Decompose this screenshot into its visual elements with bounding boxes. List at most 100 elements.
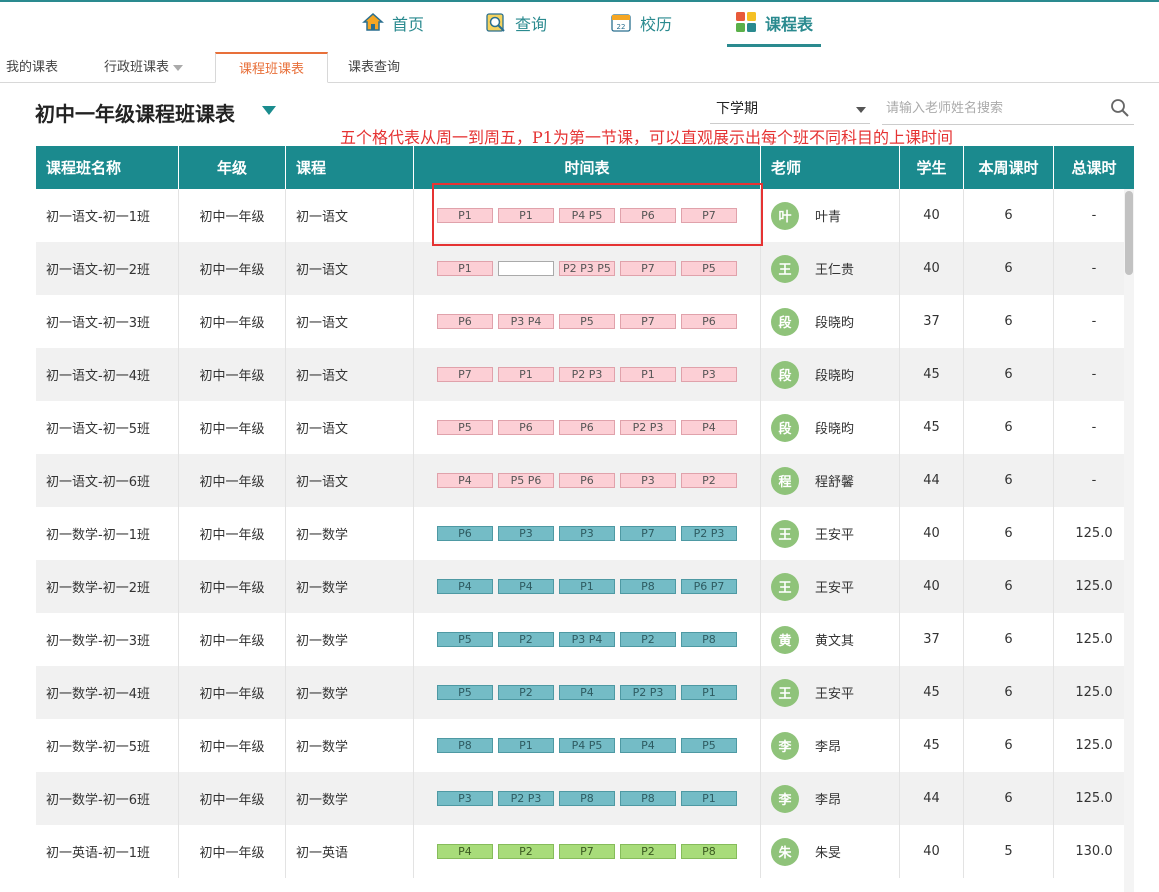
timetable-slot-day-1[interactable]: P4 bbox=[437, 579, 493, 594]
nav-calendar[interactable]: 22 校历 bbox=[610, 8, 672, 46]
timetable-slot-day-3[interactable]: P6 bbox=[559, 473, 615, 488]
class-name-cell: 初一数学-初一3班 bbox=[36, 613, 179, 666]
timetable-slot-day-2[interactable]: P3 bbox=[498, 526, 554, 541]
timetable-slot-day-1[interactable]: P4 bbox=[437, 473, 493, 488]
timetable-slot-day-2[interactable]: P6 bbox=[498, 420, 554, 435]
timetable-slot-day-1[interactable]: P6 bbox=[437, 526, 493, 541]
vertical-scrollbar[interactable] bbox=[1124, 189, 1134, 892]
course-cell: 初一语文 bbox=[286, 454, 414, 507]
timetable-slot-day-1[interactable]: P5 bbox=[437, 685, 493, 700]
timetable-slot-day-3[interactable]: P5 bbox=[559, 314, 615, 329]
table-row[interactable]: 初一数学-初一5班 初中一年级 初一数学 P8 P1 P4 P5 P4 P5 李 李昂 45 6 125… bbox=[36, 719, 1134, 772]
timetable-slot-day-4[interactable]: P2 bbox=[620, 844, 676, 859]
table-row[interactable]: 初一语文-初一3班 初中一年级 初一语文 P6 P3 P4 P5 P7 P6 段 段晓昀 37 6 - bbox=[36, 295, 1134, 348]
tab-admin-class[interactable]: 行政班课表 bbox=[104, 52, 194, 82]
timetable-slot-day-5[interactable]: P6 bbox=[681, 314, 737, 329]
timetable-slot-day-3[interactable]: P2 P3 bbox=[559, 367, 615, 382]
header-grade[interactable]: 年级 bbox=[179, 146, 286, 189]
teacher-name: 李昂 bbox=[815, 793, 842, 808]
timetable-slot-day-2[interactable]: P4 bbox=[498, 579, 554, 594]
timetable-slot-day-2[interactable]: P1 bbox=[498, 367, 554, 382]
table-row[interactable]: 初一英语-初一1班 初中一年级 初一英语 P4 P2 P7 P2 P8 朱 朱旻 40 5 130.0 bbox=[36, 825, 1134, 878]
avatar: 王 bbox=[771, 572, 799, 601]
table-row[interactable]: 初一数学-初一1班 初中一年级 初一数学 P6 P3 P3 P7 P2 P3 王 王安平 40 6 12… bbox=[36, 507, 1134, 560]
timetable-slot-day-4[interactable]: P8 bbox=[620, 579, 676, 594]
timetable-slot-day-3[interactable]: P4 bbox=[559, 685, 615, 700]
timetable-slot-day-5[interactable]: P4 bbox=[681, 420, 737, 435]
timetable-slot-day-2[interactable]: P3 P4 bbox=[498, 314, 554, 329]
timetable-slot-day-1[interactable]: P5 bbox=[437, 632, 493, 647]
term-select[interactable]: 下学期 bbox=[710, 94, 870, 124]
title-dropdown-icon[interactable] bbox=[262, 106, 276, 115]
timetable-slot-day-5[interactable]: P5 bbox=[681, 738, 737, 753]
timetable-slot-day-4[interactable]: P7 bbox=[620, 314, 676, 329]
teacher-search-input[interactable] bbox=[882, 94, 1110, 122]
teacher-cell: 李 李昂 bbox=[761, 772, 900, 825]
timetable-slot-day-2[interactable]: P1 bbox=[498, 738, 554, 753]
timetable-slot-day-2[interactable]: P2 bbox=[498, 844, 554, 859]
timetable-slot-day-3[interactable]: P7 bbox=[559, 844, 615, 859]
table-row[interactable]: 初一语文-初一2班 初中一年级 初一语文 P1 P2 P3 P5 P7 P5 王 王仁贵 40 6 - bbox=[36, 242, 1134, 295]
timetable-slot-day-1[interactable]: P1 bbox=[437, 261, 493, 276]
timetable-slot-day-5[interactable]: P3 bbox=[681, 367, 737, 382]
timetable-slot-day-4[interactable]: P4 bbox=[620, 738, 676, 753]
timetable-slot-day-1[interactable]: P8 bbox=[437, 738, 493, 753]
table-row[interactable]: 初一数学-初一4班 初中一年级 初一数学 P5 P2 P4 P2 P3 P1 王 王安平 45 6 12… bbox=[36, 666, 1134, 719]
header-total-hours[interactable]: 总课时 bbox=[1054, 146, 1134, 189]
timetable-slot-day-1[interactable]: P5 bbox=[437, 420, 493, 435]
header-class-name[interactable]: 课程班名称 bbox=[36, 146, 179, 189]
timetable-slot-day-4[interactable]: P7 bbox=[620, 261, 676, 276]
timetable-slot-day-1[interactable]: P4 bbox=[437, 844, 493, 859]
timetable-slot-day-5[interactable]: P1 bbox=[681, 685, 737, 700]
timetable-slot-day-1[interactable]: P3 bbox=[437, 791, 493, 806]
table-row[interactable]: 初一数学-初一3班 初中一年级 初一数学 P5 P2 P3 P4 P2 P8 黄 黄文其 37 6 12… bbox=[36, 613, 1134, 666]
course-cell: 初一数学 bbox=[286, 666, 414, 719]
timetable-slot-day-2[interactable]: P2 P3 bbox=[498, 791, 554, 806]
timetable-slot-day-3[interactable]: P3 P4 bbox=[559, 632, 615, 647]
timetable-slot-day-5[interactable]: P8 bbox=[681, 632, 737, 647]
timetable-slot-day-4[interactable]: P7 bbox=[620, 526, 676, 541]
timetable-slot-day-5[interactable]: P2 bbox=[681, 473, 737, 488]
weekday-slots: P4 P4 P1 P8 P6 P7 bbox=[437, 579, 737, 594]
timetable-slot-day-3[interactable]: P1 bbox=[559, 579, 615, 594]
header-week-hours[interactable]: 本周课时 bbox=[964, 146, 1054, 189]
table-row[interactable]: 初一语文-初一5班 初中一年级 初一语文 P5 P6 P6 P2 P3 P4 段 段晓昀 45 6 - bbox=[36, 401, 1134, 454]
timetable-slot-day-3[interactable]: P2 P3 P5 bbox=[559, 261, 615, 276]
nav-query[interactable]: 查询 bbox=[485, 8, 547, 46]
timetable-slot-day-5[interactable]: P1 bbox=[681, 791, 737, 806]
timetable-slot-day-2[interactable]: P2 bbox=[498, 685, 554, 700]
search-icon[interactable] bbox=[1110, 98, 1130, 118]
header-students[interactable]: 学生 bbox=[900, 146, 964, 189]
timetable-slot-day-1[interactable]: P7 bbox=[437, 367, 493, 382]
table-row[interactable]: 初一数学-初一6班 初中一年级 初一数学 P3 P2 P3 P8 P8 P1 李 李昂 44 6 125… bbox=[36, 772, 1134, 825]
table-row[interactable]: 初一语文-初一6班 初中一年级 初一语文 P4 P5 P6 P6 P3 P2 程 程舒馨 44 6 - bbox=[36, 454, 1134, 507]
timetable-slot-day-1[interactable]: P6 bbox=[437, 314, 493, 329]
timetable-slot-day-5[interactable]: P2 P3 bbox=[681, 526, 737, 541]
scrollbar-thumb[interactable] bbox=[1125, 191, 1133, 275]
timetable-slot-day-4[interactable]: P2 bbox=[620, 632, 676, 647]
timetable-slot-day-3[interactable]: P6 bbox=[559, 420, 615, 435]
timetable-slot-day-3[interactable]: P8 bbox=[559, 791, 615, 806]
timetable-slot-day-4[interactable]: P1 bbox=[620, 367, 676, 382]
nav-home[interactable]: 首页 bbox=[362, 8, 424, 46]
nav-schedule[interactable]: 课程表 bbox=[726, 8, 822, 47]
table-row[interactable]: 初一语文-初一4班 初中一年级 初一语文 P7 P1 P2 P3 P1 P3 段 段晓昀 45 6 - bbox=[36, 348, 1134, 401]
timetable-slot-day-3[interactable]: P4 P5 bbox=[559, 738, 615, 753]
timetable-slot-day-3[interactable]: P3 bbox=[559, 526, 615, 541]
timetable-slot-day-5[interactable]: P6 P7 bbox=[681, 579, 737, 594]
timetable-slot-day-2[interactable] bbox=[498, 261, 554, 276]
timetable-slot-day-5[interactable]: P8 bbox=[681, 844, 737, 859]
timetable-slot-day-5[interactable]: P5 bbox=[681, 261, 737, 276]
tab-my-schedule[interactable]: 我的课表 bbox=[6, 52, 66, 82]
timetable-slot-day-4[interactable]: P8 bbox=[620, 791, 676, 806]
header-teacher[interactable]: 老师 bbox=[761, 146, 900, 189]
tab-course-class[interactable]: 课程班课表 bbox=[215, 52, 328, 83]
timetable-slot-day-4[interactable]: P2 P3 bbox=[620, 420, 676, 435]
table-row[interactable]: 初一数学-初一2班 初中一年级 初一数学 P4 P4 P1 P8 P6 P7 王 王安平 40 6 12… bbox=[36, 560, 1134, 613]
timetable-slot-day-2[interactable]: P5 P6 bbox=[498, 473, 554, 488]
timetable-slot-day-2[interactable]: P2 bbox=[498, 632, 554, 647]
header-course[interactable]: 课程 bbox=[286, 146, 414, 189]
tab-schedule-query[interactable]: 课表查询 bbox=[348, 52, 408, 82]
timetable-slot-day-4[interactable]: P2 P3 bbox=[620, 685, 676, 700]
timetable-slot-day-4[interactable]: P3 bbox=[620, 473, 676, 488]
